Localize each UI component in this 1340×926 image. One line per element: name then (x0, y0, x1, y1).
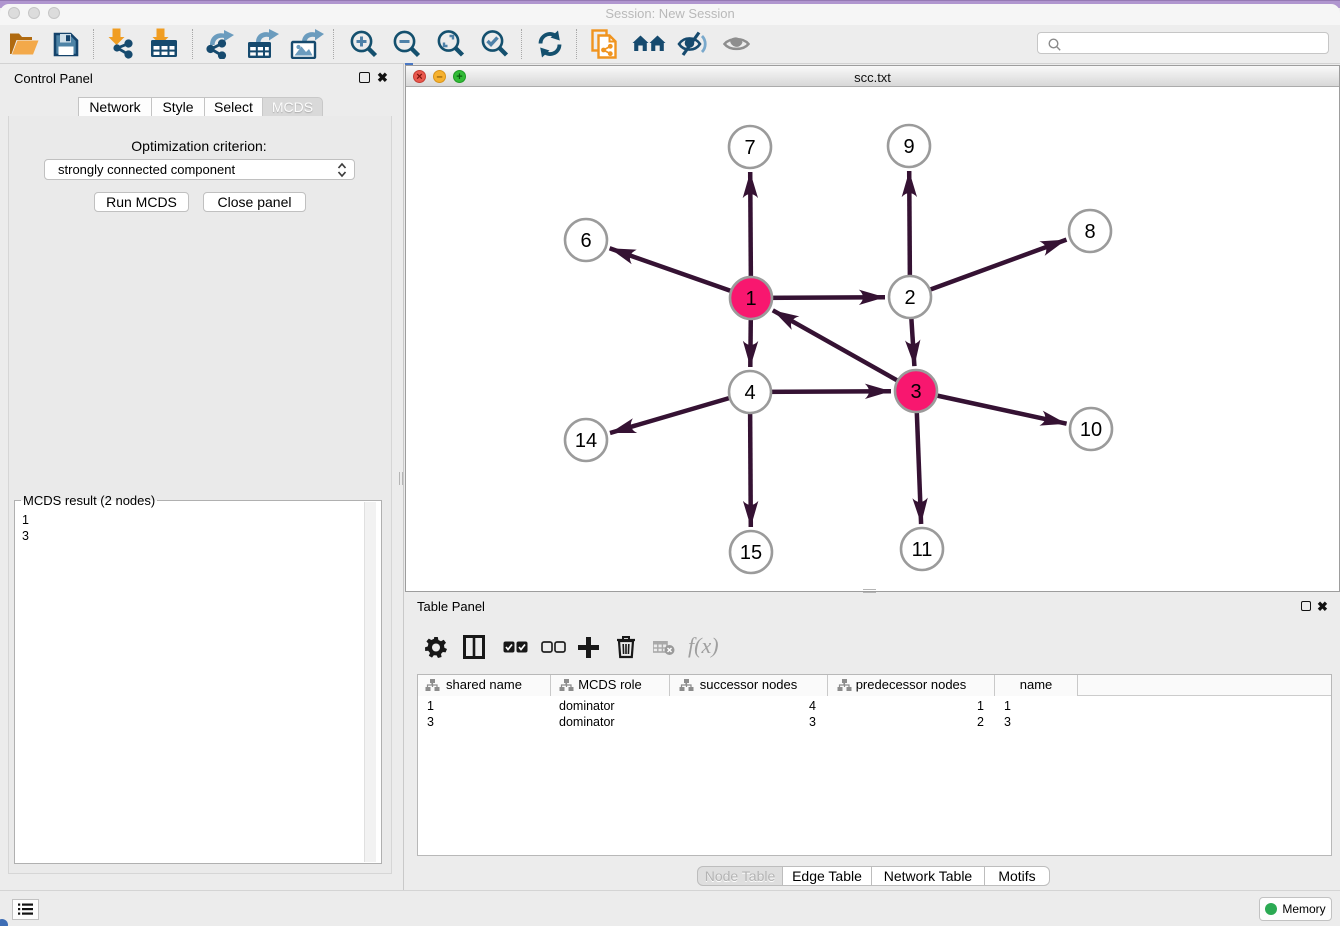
svg-text:2: 2 (904, 287, 915, 309)
svg-text:11: 11 (912, 539, 933, 561)
svg-text:14: 14 (575, 430, 597, 452)
svg-text:6: 6 (580, 230, 591, 252)
svg-text:9: 9 (903, 136, 914, 158)
svg-text:10: 10 (1080, 419, 1102, 441)
svg-text:7: 7 (744, 137, 755, 159)
svg-text:8: 8 (1084, 221, 1095, 243)
svg-text:15: 15 (740, 542, 762, 564)
svg-text:4: 4 (744, 382, 755, 404)
svg-text:3: 3 (910, 381, 921, 403)
svg-text:1: 1 (745, 288, 756, 310)
